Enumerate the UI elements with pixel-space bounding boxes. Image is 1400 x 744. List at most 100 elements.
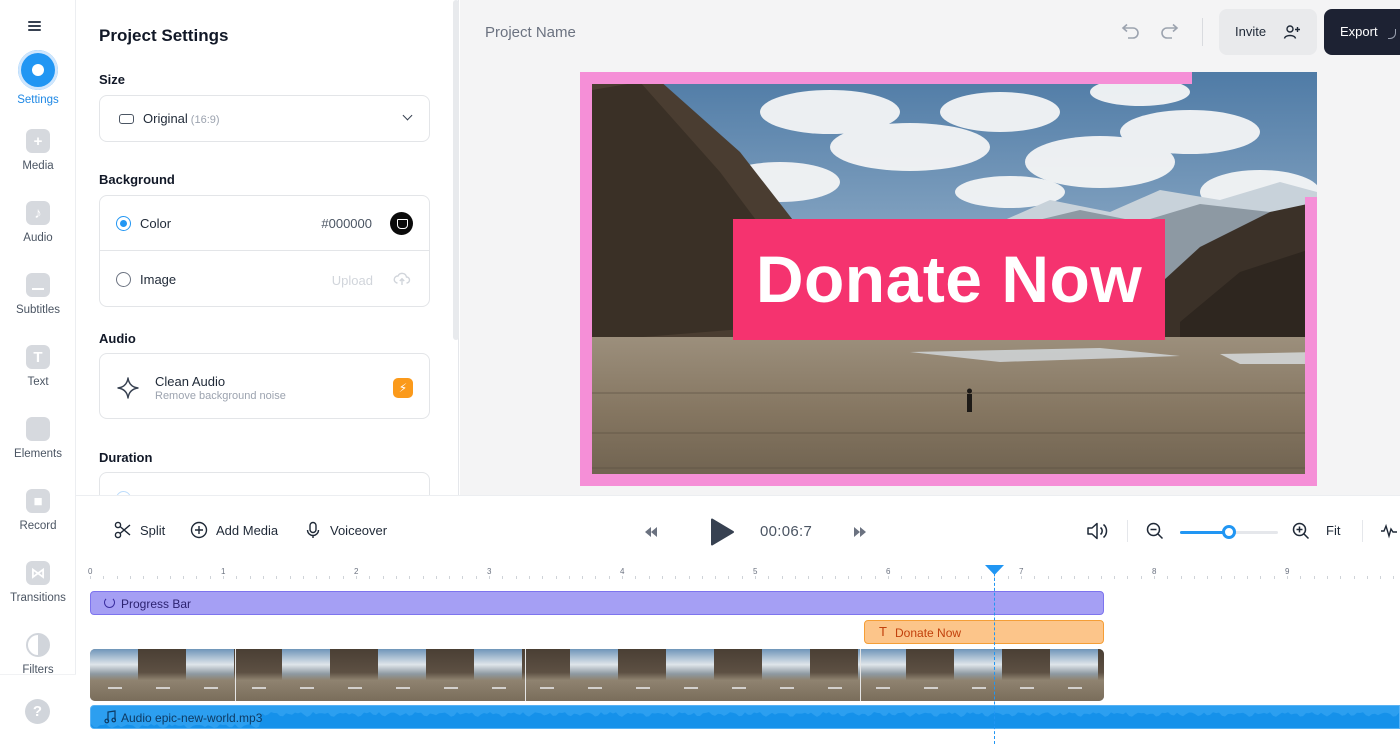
ruler-tick — [582, 576, 584, 579]
rail-footer: ? — [0, 674, 76, 744]
ruler-tick — [196, 576, 198, 579]
ruler-tick — [1127, 576, 1129, 579]
panel-scrollbar[interactable] — [453, 0, 459, 340]
video-track[interactable] — [90, 649, 1104, 701]
clip-split-marker — [860, 649, 861, 701]
video-thumbnail — [618, 649, 666, 701]
background-label: Background — [99, 172, 175, 187]
timeline-ruler[interactable]: 0 1 2 3 4 5 6 7 8 9 — [76, 565, 1400, 583]
video-thumbnail — [378, 649, 426, 701]
chevron-down-icon — [402, 110, 413, 121]
background-color-row[interactable]: Color #000000 — [100, 196, 429, 251]
ruler-tick — [422, 576, 424, 579]
export-button[interactable]: Export — [1324, 9, 1400, 55]
ruler-tick — [103, 576, 105, 579]
duration-options — [99, 472, 430, 495]
video-editor-app: Settings + Media ♪ Audio Subtitles T Tex… — [0, 0, 1400, 744]
zoom-slider-thumb[interactable] — [1222, 525, 1236, 539]
text-track-label: Donate Now — [895, 626, 962, 640]
help-icon[interactable]: ? — [25, 699, 50, 724]
toolbar-divider — [1202, 18, 1203, 46]
ruler-tick — [395, 576, 397, 579]
video-preview-frame[interactable]: Donate Now — [580, 72, 1317, 486]
video-thumbnail — [522, 649, 570, 701]
ruler-tick — [981, 576, 983, 579]
color-swatch-icon[interactable] — [390, 212, 413, 235]
upload-cloud-icon[interactable] — [393, 270, 411, 288]
rail-item-audio[interactable]: ♪ Audio — [0, 201, 76, 267]
playhead-marker-icon[interactable] — [984, 565, 1004, 575]
invite-button[interactable]: Invite — [1219, 9, 1317, 55]
zoom-out-icon[interactable] — [1146, 522, 1164, 540]
ruler-label: 6 — [886, 567, 891, 576]
video-thumbnail — [858, 649, 906, 701]
rail-item-text[interactable]: T Text — [0, 345, 76, 411]
ruler-tick — [236, 576, 238, 579]
rail-item-media[interactable]: + Media — [0, 129, 76, 195]
invite-button-label: Invite — [1235, 24, 1267, 39]
ruler-tick — [329, 576, 331, 579]
ruler-tick — [382, 576, 384, 579]
color-radio[interactable] — [116, 216, 131, 231]
size-hint: (16:9) — [190, 114, 220, 126]
skip-back-icon[interactable] — [644, 526, 658, 538]
donate-now-text-overlay[interactable]: Donate Now — [733, 219, 1165, 340]
ruler-tick — [555, 576, 557, 579]
rail-item-elements[interactable]: Elements — [0, 417, 76, 483]
audio-waveform-shape — [91, 712, 1399, 728]
ruler-tick — [289, 576, 291, 579]
controls-divider — [1362, 520, 1363, 542]
color-hex-value[interactable]: #000000 — [321, 216, 372, 231]
video-thumbnail — [1050, 649, 1098, 701]
ruler-tick — [1233, 576, 1235, 579]
ruler-tick — [183, 576, 185, 579]
audio-track[interactable]: Audio epic-new-world.mp3 — [90, 705, 1400, 729]
redo-icon[interactable] — [1158, 22, 1182, 42]
ruler-tick — [568, 576, 570, 579]
project-settings-panel: Project Settings Size Original (16:9) Bac… — [76, 0, 459, 495]
ruler-tick — [1366, 576, 1368, 579]
size-select[interactable]: Original (16:9) — [99, 95, 430, 142]
zoom-slider[interactable] — [1180, 525, 1278, 539]
background-image-row[interactable]: Image Upload — [100, 252, 429, 307]
ruler-tick — [834, 576, 836, 579]
rail-item-settings[interactable]: Settings — [0, 50, 76, 116]
fit-button[interactable]: Fit — [1326, 523, 1340, 538]
volume-icon[interactable] — [1086, 521, 1110, 541]
clean-audio-card[interactable]: Clean Audio Remove background noise ⚡ — [99, 353, 430, 419]
progress-bar-top-edge — [580, 72, 1192, 84]
hamburger-menu-icon[interactable] — [28, 18, 46, 32]
rail-item-transitions[interactable]: ⋈ Transitions — [0, 561, 76, 627]
top-bar: Project Name Invite Export — [460, 0, 1400, 64]
audio-track-label: Audio epic-new-world.mp3 — [121, 711, 263, 725]
rail-item-subtitles[interactable]: Subtitles — [0, 273, 76, 339]
ruler-tick — [542, 576, 544, 579]
waveform-icon[interactable] — [1380, 523, 1398, 539]
music-note-icon — [104, 710, 116, 724]
ruler-tick — [874, 576, 876, 579]
split-label: Split — [140, 523, 166, 538]
rail-item-record[interactable]: ■ Record — [0, 489, 76, 555]
play-icon[interactable] — [708, 517, 736, 547]
ruler-tick — [1087, 576, 1089, 579]
ruler-tick — [143, 576, 145, 579]
skip-forward-icon[interactable] — [853, 526, 867, 538]
ruler-tick — [927, 576, 929, 579]
image-radio[interactable] — [116, 272, 131, 287]
ruler-tick — [342, 576, 344, 579]
add-media-label: Add Media — [216, 523, 279, 538]
undo-icon[interactable] — [1118, 22, 1142, 42]
progress-bar-track[interactable]: Progress Bar — [90, 591, 1104, 615]
project-name-field[interactable]: Project Name — [485, 24, 576, 41]
ruler-label: 3 — [487, 567, 492, 576]
ruler-tick — [223, 576, 224, 579]
ruler-tick — [941, 576, 943, 579]
ruler-tick — [515, 576, 517, 579]
upload-label[interactable]: Upload — [332, 273, 373, 288]
zoom-in-icon[interactable] — [1292, 522, 1310, 540]
text-track[interactable]: T Donate Now — [864, 620, 1104, 644]
ruler-tick — [1167, 576, 1169, 579]
ruler-tick — [528, 576, 530, 579]
ruler-tick — [1313, 576, 1315, 579]
ruler-tick — [1353, 576, 1355, 579]
